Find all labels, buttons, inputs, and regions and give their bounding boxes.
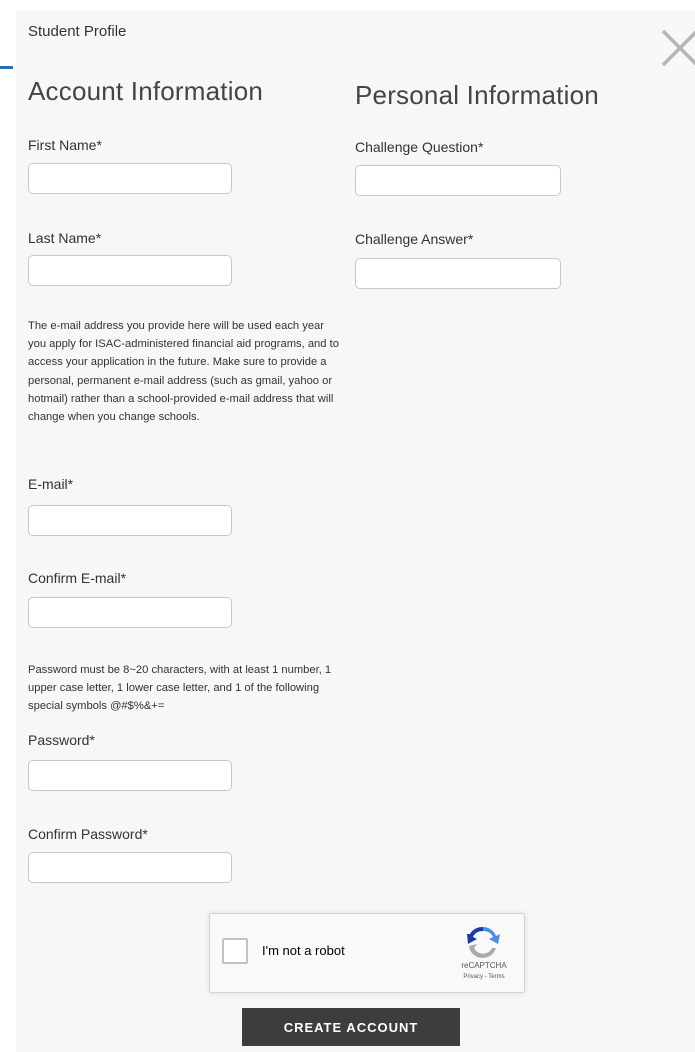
confirm-email-label: Confirm E-mail*	[28, 570, 127, 586]
recaptcha-privacy-terms-link[interactable]: Privacy - Terms	[446, 974, 522, 980]
first-name-label: First Name*	[28, 137, 102, 153]
personal-information-heading: Personal Information	[355, 80, 599, 110]
challenge-question-label: Challenge Question*	[355, 139, 484, 155]
student-profile-modal: Student Profile Account Information Firs…	[16, 10, 695, 1052]
password-help-text: Password must be 8~20 characters, with a…	[28, 664, 332, 713]
recaptcha-widget: I'm not a robot reCAPTCHA Privacy - Term…	[209, 913, 525, 993]
modal-title: Student Profile	[28, 23, 127, 40]
account-information-heading: Account Information	[28, 76, 264, 106]
email-help-text: The e-mail address you provide here will…	[28, 320, 339, 424]
last-name-input[interactable]	[28, 255, 232, 286]
email-label: E-mail*	[28, 476, 74, 492]
close-icon	[661, 29, 695, 67]
confirm-password-label: Confirm Password*	[28, 826, 148, 842]
accent-bar	[0, 66, 13, 69]
challenge-question-input[interactable]	[355, 165, 561, 196]
recaptcha-label: I'm not a robot	[262, 943, 345, 958]
recaptcha-logo-icon	[467, 926, 500, 958]
challenge-answer-label: Challenge Answer*	[355, 231, 474, 247]
first-name-input[interactable]	[28, 163, 232, 194]
recaptcha-checkbox[interactable]	[222, 938, 248, 964]
close-button[interactable]	[660, 28, 695, 68]
confirm-password-input[interactable]	[28, 852, 232, 883]
recaptcha-brand: reCAPTCHA	[461, 961, 507, 970]
create-account-button[interactable]: CREATE ACCOUNT	[242, 1008, 460, 1046]
challenge-answer-input[interactable]	[355, 258, 561, 289]
email-input[interactable]	[28, 505, 232, 536]
confirm-email-input[interactable]	[28, 597, 232, 628]
page: Student Profile Account Information Firs…	[0, 0, 695, 1052]
last-name-label: Last Name*	[28, 230, 102, 246]
password-input[interactable]	[28, 760, 232, 791]
password-label: Password*	[28, 732, 95, 748]
